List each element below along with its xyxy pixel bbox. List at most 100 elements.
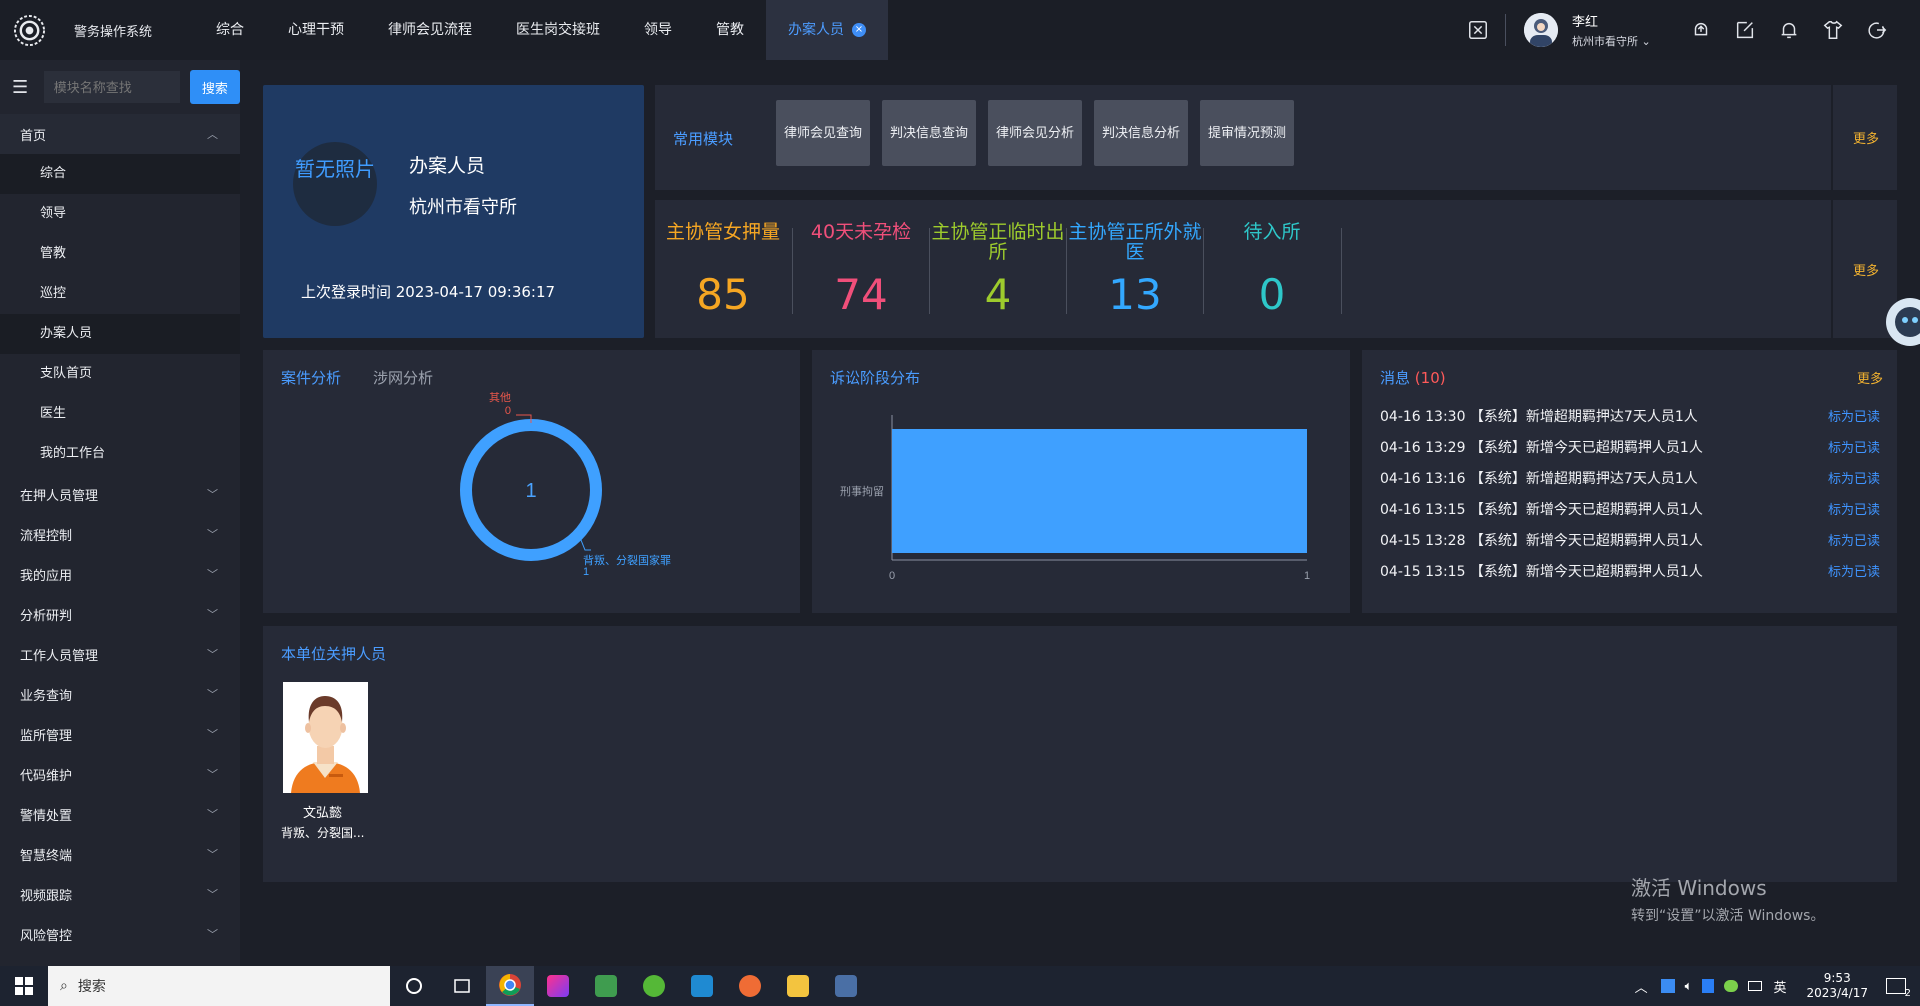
sidebar-sub-overview[interactable]: 综合	[0, 154, 240, 194]
sidebar-sub-workbench[interactable]: 我的工作台	[0, 434, 240, 474]
stat-temporary-leave[interactable]: 主协管正临时出所 4	[930, 222, 1066, 319]
sidebar-sub-doctor[interactable]: 医生	[0, 394, 240, 434]
sidebar-group-item[interactable]: 工作人员管理 ﹀	[0, 634, 240, 674]
activation-subtitle: 转到“设置”以激活 Windows。	[1631, 908, 1825, 924]
file-explorer-icon[interactable]	[774, 966, 822, 1006]
module-verdict-query[interactable]: 判决信息查询	[882, 100, 976, 166]
network-icon[interactable]	[1748, 981, 1763, 991]
sidebar-group-item[interactable]: 流程控制 ﹀	[0, 514, 240, 554]
nav-tab-psych[interactable]: 心理干预	[266, 0, 366, 60]
vscode-icon[interactable]	[678, 966, 726, 1006]
stats-more-link[interactable]: 更多	[1853, 260, 1879, 279]
taskbar-search-box[interactable]: ⌕ 搜索	[48, 966, 390, 1006]
detainee-photo[interactable]	[283, 682, 368, 793]
nav-tab-lawyer[interactable]: 律师会见流程	[366, 0, 494, 60]
sidebar-group-item[interactable]: 分析研判 ﹀	[0, 594, 240, 634]
messages-more-link[interactable]: 更多	[1857, 368, 1883, 387]
logout-icon[interactable]	[1864, 17, 1890, 43]
user-info[interactable]: 李红 杭州市看守所 ⌄	[1572, 11, 1668, 49]
close-tab-icon[interactable]: ×	[852, 23, 866, 37]
sidebar-sub-guard[interactable]: 管教	[0, 234, 240, 274]
message-row: 04-15 13:28 【系统】新增今天已超期羁押人员1人 标为已读	[1380, 530, 1880, 550]
tray-expand-icon[interactable]: ︿	[1635, 977, 1648, 996]
stat-female-detainees[interactable]: 主协管女押量 85	[655, 222, 791, 319]
mark-read-link[interactable]: 标为已读	[1828, 499, 1880, 519]
litigation-bar-chart: 刑事拘留 0 1	[840, 415, 1310, 582]
module-verdict-analysis[interactable]: 判决信息分析	[1094, 100, 1188, 166]
intellij-icon[interactable]	[534, 966, 582, 1006]
nav-tab-guard[interactable]: 管教	[694, 0, 766, 60]
sidebar-item-label: 在押人员管理	[20, 488, 99, 504]
sidebar-group-item[interactable]: 监所管理 ﹀	[0, 714, 240, 754]
bell-icon[interactable]	[1776, 17, 1802, 43]
wechat-green-icon[interactable]	[630, 966, 678, 1006]
detainees-title: 本单位关押人员	[281, 645, 387, 663]
sidebar-group-item[interactable]: 业务查询 ﹀	[0, 674, 240, 714]
sidebar: ☰ 搜索 首页 ︿ 综合 领导 管教 巡控 办案人员 支队首页 医生 我的工作台…	[0, 60, 240, 966]
sidebar-group-item[interactable]: 我的应用 ﹀	[0, 554, 240, 594]
sidebar-item-home[interactable]: 首页 ︿	[0, 114, 240, 154]
detainee-crime: 背叛、分裂国...	[281, 826, 365, 840]
mark-read-link[interactable]: 标为已读	[1828, 406, 1880, 426]
notification-up-icon[interactable]	[1688, 17, 1714, 43]
detainee-name[interactable]: 文弘懿	[303, 802, 342, 821]
module-lawyer-analysis[interactable]: 律师会见分析	[988, 100, 1082, 166]
assistant-robot-icon[interactable]	[1880, 292, 1920, 352]
stat-pregnancy-check[interactable]: 40天未孕检 74	[793, 222, 929, 319]
slice-value-label: 0	[505, 405, 511, 417]
chrome-icon[interactable]	[486, 966, 534, 1006]
nav-tab-leader[interactable]: 领导	[622, 0, 694, 60]
fullscreen-exit-icon[interactable]	[1465, 17, 1491, 43]
task-view-icon[interactable]	[438, 966, 486, 1006]
module-arraignment-forecast[interactable]: 提审情况预测	[1200, 100, 1294, 166]
bar[interactable]	[892, 429, 1307, 553]
clock[interactable]: 9:53 2023/4/17	[1806, 971, 1868, 1001]
tray-bluetooth-icon[interactable]	[1702, 979, 1715, 993]
mark-read-link[interactable]: 标为已读	[1828, 437, 1880, 457]
profile-card: 暂无照片 办案人员 杭州市看守所 上次登录时间 2023-04-17 09:36…	[263, 85, 644, 338]
stat-outside-medical[interactable]: 主协管正所外就医 13	[1067, 222, 1203, 319]
module-search-input[interactable]	[43, 71, 180, 103]
spreadsheet-app-icon[interactable]	[582, 966, 630, 1006]
sidebar-group-item[interactable]: 智慧终端 ﹀	[0, 834, 240, 874]
chevron-down-icon: ﹀	[207, 728, 218, 741]
sidebar-sub-leader[interactable]: 领导	[0, 194, 240, 234]
cortana-icon[interactable]	[390, 966, 438, 1006]
menu-toggle-icon[interactable]: ☰	[12, 77, 32, 98]
avatar[interactable]	[1524, 13, 1558, 47]
module-lawyer-query[interactable]: 律师会见查询	[776, 100, 870, 166]
volume-icon[interactable]: 🔈︎	[1685, 979, 1693, 994]
postman-icon[interactable]	[726, 966, 774, 1006]
sidebar-group-item[interactable]: 在押人员管理 ﹀	[0, 474, 240, 514]
nav-tab-doctor[interactable]: 医生岗交接班	[494, 0, 622, 60]
chevron-down-icon[interactable]: ⌄	[1642, 35, 1651, 48]
tray-app-icon[interactable]	[1660, 979, 1675, 993]
notification-center-icon[interactable]: 2	[1886, 978, 1911, 999]
sidebar-sub-team-home[interactable]: 支队首页	[0, 354, 240, 394]
nav-tab-overview[interactable]: 综合	[194, 0, 266, 60]
top-nav: 综合 心理干预 律师会见流程 医生岗交接班 领导 管教 办案人员 ×	[194, 0, 888, 60]
shirt-icon[interactable]	[1820, 17, 1846, 43]
sidebar-group-item[interactable]: 警情处置 ﹀	[0, 794, 240, 834]
stats-panel: 主协管女押量 85 40天未孕检 74 主协管正临时出所 4 主协管正所外就医 …	[655, 200, 1897, 338]
user-org: 杭州市看守所 ⌄	[1572, 33, 1668, 49]
sidebar-sub-case-officer[interactable]: 办案人员	[0, 314, 240, 354]
stat-pending-admission[interactable]: 待入所 0	[1204, 222, 1340, 319]
sidebar-group-item[interactable]: 代码维护 ﹀	[0, 754, 240, 794]
ime-indicator[interactable]: 英	[1773, 977, 1786, 996]
windows-start-icon[interactable]	[0, 966, 48, 1006]
calculator-icon[interactable]	[822, 966, 870, 1006]
message-text: 04-16 13:30 【系统】新增超期羁押达7天人员1人	[1380, 409, 1698, 425]
sidebar-group-item[interactable]: 风险管控 ﹀	[0, 914, 240, 954]
mark-read-link[interactable]: 标为已读	[1828, 530, 1880, 550]
mark-read-link[interactable]: 标为已读	[1828, 561, 1880, 581]
search-button[interactable]: 搜索	[189, 70, 240, 104]
modules-more-link[interactable]: 更多	[1853, 128, 1879, 147]
nav-tab-case-officer[interactable]: 办案人员 ×	[766, 0, 888, 60]
sidebar-sub-patrol[interactable]: 巡控	[0, 274, 240, 314]
mark-read-link[interactable]: 标为已读	[1828, 468, 1880, 488]
sidebar-group-item[interactable]: 视频跟踪 ﹀	[0, 874, 240, 914]
edit-icon[interactable]	[1732, 17, 1758, 43]
tray-wechat-icon[interactable]	[1724, 980, 1739, 992]
search-icon: ⌕	[60, 978, 68, 994]
